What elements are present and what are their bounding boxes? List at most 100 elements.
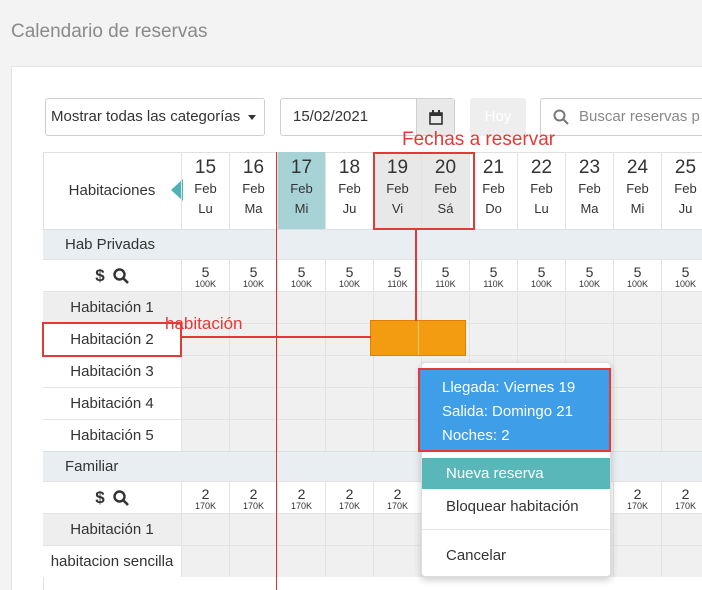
day-header-17[interactable]: 17 Feb Mi xyxy=(277,152,325,229)
available-count: 2 xyxy=(249,486,258,502)
availability-cell: 5 100K xyxy=(181,260,229,291)
day-cell[interactable] xyxy=(229,356,277,387)
price-amount: 170K xyxy=(674,501,697,511)
dates-highlight-box xyxy=(373,152,475,230)
day-cell[interactable] xyxy=(661,324,702,355)
departure-text: Salida: Domingo 21 xyxy=(442,403,573,420)
calendar-icon xyxy=(429,110,443,125)
day-cell[interactable] xyxy=(181,356,229,387)
day-cell[interactable] xyxy=(229,388,277,419)
day-header-22[interactable]: 22 Feb Lu xyxy=(517,152,565,229)
available-count: 5 xyxy=(201,264,210,280)
annotation-room: habitación xyxy=(165,314,243,333)
day-cell[interactable] xyxy=(661,388,702,419)
availability-cell: 2170K xyxy=(373,482,421,513)
dollar-icon[interactable]: $ xyxy=(95,488,104,508)
day-cell[interactable] xyxy=(613,546,661,577)
day-cell[interactable] xyxy=(661,514,702,545)
date-input-value: 15/02/2021 xyxy=(293,108,369,125)
day-cell[interactable] xyxy=(613,292,661,323)
available-count: 5 xyxy=(297,264,306,280)
day-cell[interactable] xyxy=(181,546,229,577)
day-cell[interactable] xyxy=(181,514,229,545)
day-cell[interactable] xyxy=(277,292,325,323)
day-cell[interactable] xyxy=(373,388,421,419)
day-cell[interactable] xyxy=(565,292,613,323)
room-name[interactable]: Habitación 3 xyxy=(43,356,181,387)
day-cell[interactable] xyxy=(325,324,373,355)
available-count: 5 xyxy=(249,264,258,280)
day-cell[interactable] xyxy=(373,292,421,323)
day-cell[interactable] xyxy=(277,324,325,355)
day-header-16[interactable]: 16 Feb Ma xyxy=(229,152,277,229)
day-cell[interactable] xyxy=(613,514,661,545)
day-header-21[interactable]: 21 Feb Do xyxy=(469,152,517,229)
day-cell[interactable] xyxy=(277,356,325,387)
room-name[interactable]: Habitación 4 xyxy=(43,388,181,419)
day-cell[interactable] xyxy=(325,292,373,323)
day-cell[interactable] xyxy=(229,514,277,545)
availability-cell: 5 110K xyxy=(469,260,517,291)
day-cell[interactable] xyxy=(613,356,661,387)
day-cell[interactable] xyxy=(325,420,373,451)
day-month: Feb xyxy=(530,181,553,196)
section-title[interactable]: Familiar xyxy=(43,452,181,481)
day-header-24[interactable]: 24 Feb Mi xyxy=(613,152,661,229)
room-name[interactable]: habitacion sencilla xyxy=(43,546,181,577)
day-cell[interactable] xyxy=(277,420,325,451)
availability-cell: 2170K xyxy=(661,482,702,513)
day-cell[interactable] xyxy=(325,388,373,419)
day-cell[interactable] xyxy=(373,514,421,545)
day-cell[interactable] xyxy=(661,356,702,387)
day-cell[interactable] xyxy=(181,420,229,451)
room-name[interactable]: Habitación 1 xyxy=(43,514,181,545)
day-cell[interactable] xyxy=(517,324,565,355)
available-count: 2 xyxy=(201,486,210,502)
day-cell[interactable] xyxy=(277,546,325,577)
category-select[interactable]: Mostrar todas las categorías xyxy=(45,98,265,136)
day-cell[interactable] xyxy=(277,514,325,545)
day-cell[interactable] xyxy=(325,356,373,387)
day-cell[interactable] xyxy=(373,420,421,451)
day-header-15[interactable]: 15 Feb Lu xyxy=(181,152,229,229)
price-amount: 110K xyxy=(387,279,408,289)
day-cell[interactable] xyxy=(373,546,421,577)
day-cell[interactable] xyxy=(277,388,325,419)
room-name[interactable]: Habitación 5 xyxy=(43,420,181,451)
search-icon[interactable] xyxy=(113,267,129,284)
nights-text: Noches: 2 xyxy=(442,427,510,444)
day-cell[interactable] xyxy=(469,324,517,355)
day-cell[interactable] xyxy=(229,420,277,451)
rooms-header-label: Habitaciones xyxy=(43,152,181,229)
day-cell[interactable] xyxy=(565,324,613,355)
day-cell[interactable] xyxy=(613,388,661,419)
day-header-23[interactable]: 23 Feb Ma xyxy=(565,152,613,229)
search-icon[interactable] xyxy=(113,489,129,506)
day-cell[interactable] xyxy=(613,324,661,355)
day-cell[interactable] xyxy=(661,292,702,323)
day-cell[interactable] xyxy=(661,420,702,451)
available-count: 2 xyxy=(297,486,306,502)
available-count: 5 xyxy=(633,264,642,280)
day-cell[interactable] xyxy=(325,514,373,545)
day-cell[interactable] xyxy=(661,546,702,577)
day-cell[interactable] xyxy=(421,292,469,323)
new-booking-item[interactable]: Nueva reserva xyxy=(422,458,610,489)
section-title[interactable]: Hab Privadas xyxy=(43,230,181,259)
search-input[interactable]: Buscar reservas p xyxy=(540,98,702,136)
day-cell[interactable] xyxy=(181,388,229,419)
day-number: 21 xyxy=(482,157,505,178)
day-cell[interactable] xyxy=(517,292,565,323)
day-cell[interactable] xyxy=(325,546,373,577)
day-cell[interactable] xyxy=(373,356,421,387)
day-cell[interactable] xyxy=(469,292,517,323)
booking-selection[interactable] xyxy=(370,320,466,356)
room-name[interactable]: Habitación 1 xyxy=(43,292,181,323)
dollar-icon[interactable]: $ xyxy=(95,266,104,286)
block-room-item[interactable]: Bloquear habitación xyxy=(422,491,610,522)
day-cell[interactable] xyxy=(613,420,661,451)
day-cell[interactable] xyxy=(229,546,277,577)
day-header-18[interactable]: 18 Feb Ju xyxy=(325,152,373,229)
cancel-item[interactable]: Cancelar xyxy=(422,540,610,571)
day-header-25[interactable]: 25 Feb Ju xyxy=(661,152,702,229)
